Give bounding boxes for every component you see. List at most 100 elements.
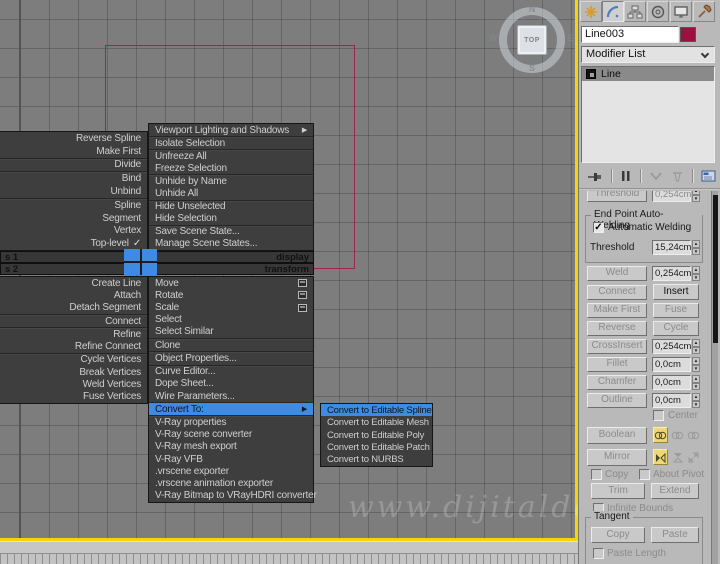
reverse-button[interactable]: Reverse xyxy=(587,321,647,336)
pin-stack-icon[interactable] xyxy=(587,169,603,183)
object-color-swatch[interactable] xyxy=(680,27,696,42)
threshold-value-clipped[interactable]: 0,254cm xyxy=(652,191,691,202)
menu-item-vrscene-exporter[interactable]: .vrscene exporter xyxy=(149,465,313,477)
settings-box-icon[interactable] xyxy=(298,291,307,300)
menu-item-save-scene-state[interactable]: Save Scene State... xyxy=(149,226,313,238)
threshold-spinner[interactable]: ▲ ▼ xyxy=(692,240,700,255)
spinner-up-icon[interactable]: ▲ xyxy=(692,357,700,365)
tab-create[interactable] xyxy=(580,1,602,22)
tab-display[interactable] xyxy=(670,1,692,22)
menu-item-vray-scene-converter[interactable]: V-Ray scene converter xyxy=(149,429,313,441)
spinner-up-icon[interactable]: ▲ xyxy=(692,375,700,383)
tab-hierarchy[interactable] xyxy=(624,1,646,22)
top-viewport[interactable]: TOP N S W E www.dijitalde Reverse Spline… xyxy=(0,0,591,541)
menu-item-unhide-all[interactable]: Unhide All xyxy=(149,187,313,201)
menu-item-unfreeze-all[interactable]: Unfreeze All xyxy=(149,150,313,162)
menu-item-weld-vertices[interactable]: Weld Vertices xyxy=(0,378,147,390)
boolean-intersect-icon[interactable] xyxy=(686,427,701,443)
menu-item-refine-connect[interactable]: Refine Connect xyxy=(0,340,147,354)
cross-insert-field[interactable]: 0,254cm xyxy=(652,339,691,354)
object-name-input[interactable]: Line003 xyxy=(581,26,679,43)
spinner-down-icon[interactable]: ▼ xyxy=(692,346,700,354)
menu-item-rotate[interactable]: Rotate xyxy=(149,289,313,301)
fillet-spinner[interactable]: ▲ ▼ xyxy=(692,357,700,372)
remove-modifier-icon[interactable] xyxy=(671,169,684,183)
paste-length-checkbox[interactable] xyxy=(593,548,604,559)
menu-item-segment[interactable]: Segment xyxy=(0,212,147,225)
fuse-button[interactable]: Fuse xyxy=(653,303,699,318)
menu-item-vray-vfb[interactable]: V-Ray VFB xyxy=(149,453,313,465)
menu-item-make-first[interactable]: Make First xyxy=(0,145,147,159)
cycle-button[interactable]: Cycle xyxy=(653,321,699,336)
spinner-up-icon[interactable]: ▲ xyxy=(692,266,700,274)
make-first-button[interactable]: Make First xyxy=(587,303,647,318)
quad-titlebar-tools1-display[interactable]: s 1 display xyxy=(0,251,314,263)
menu-item-select[interactable]: Select xyxy=(149,314,313,326)
menu-item-cycle-vertices[interactable]: Cycle Vertices xyxy=(0,354,147,366)
mirror-horizontal-icon[interactable] xyxy=(653,449,668,465)
viewcube-top-face[interactable]: TOP xyxy=(517,25,547,55)
menu-item-hide-unselected[interactable]: Hide Unselected xyxy=(149,201,313,213)
spinner-up-icon[interactable]: ▲ xyxy=(692,240,700,248)
menu-item-vray-bitmap-converter[interactable]: V-Ray Bitmap to VRayHDRI converter xyxy=(149,490,317,502)
spinner-down-icon[interactable]: ▼ xyxy=(692,194,700,202)
settings-box-icon[interactable] xyxy=(298,279,307,288)
menu-item-vrscene-animation-exporter[interactable]: .vrscene animation exporter xyxy=(149,478,313,490)
menu-item-curve-editor[interactable]: Curve Editor... xyxy=(149,366,313,378)
automatic-welding-checkbox[interactable]: ✓ xyxy=(593,222,604,233)
outline-field[interactable]: 0,0cm xyxy=(652,393,691,408)
modifier-stack[interactable]: Line xyxy=(581,66,715,163)
threshold-button-clipped[interactable]: Threshold xyxy=(587,191,647,202)
chamfer-button[interactable]: Chamfer xyxy=(587,375,647,390)
tab-modify[interactable] xyxy=(602,1,624,22)
menu-item-convert-editable-mesh[interactable]: Convert to Editable Mesh xyxy=(321,416,432,428)
menu-item-refine[interactable]: Refine xyxy=(0,328,147,340)
boolean-button[interactable]: Boolean xyxy=(587,427,647,444)
menu-item-detach-segment[interactable]: Detach Segment xyxy=(0,302,147,315)
menu-item-convert-editable-spline[interactable]: Convert to Editable Spline xyxy=(321,404,432,417)
tangent-paste-button[interactable]: Paste xyxy=(651,527,699,543)
spinner-down-icon[interactable]: ▼ xyxy=(692,400,700,408)
connect-button[interactable]: Connect xyxy=(587,285,647,300)
menu-item-clone[interactable]: Clone xyxy=(149,339,313,353)
menu-item-dope-sheet[interactable]: Dope Sheet... xyxy=(149,378,313,390)
chamfer-field[interactable]: 0,0cm xyxy=(652,375,691,390)
spinner-up-icon[interactable]: ▲ xyxy=(692,339,700,347)
mirror-both-icon[interactable] xyxy=(686,449,701,465)
configure-modifier-sets-icon[interactable] xyxy=(701,169,717,183)
spinner[interactable]: ▲▼ xyxy=(692,191,700,202)
fillet-field[interactable]: 0,0cm xyxy=(652,357,691,372)
settings-box-icon[interactable] xyxy=(298,303,307,312)
insert-button[interactable]: Insert xyxy=(653,284,699,300)
weld-field[interactable]: 0,254cm xyxy=(652,266,691,281)
menu-item-vertex[interactable]: Vertex xyxy=(0,224,147,237)
menu-item-unhide-by-name[interactable]: Unhide by Name xyxy=(149,175,313,187)
menu-item-convert-to[interactable]: Convert To: ▶ xyxy=(149,403,313,417)
make-unique-icon[interactable] xyxy=(649,169,663,183)
cross-insert-button[interactable]: CrossInsert xyxy=(587,339,647,354)
menu-item-move[interactable]: Move xyxy=(149,277,313,289)
spinner-down-icon[interactable]: ▼ xyxy=(692,273,700,281)
menu-item-convert-nurbs[interactable]: Convert to NURBS xyxy=(321,454,432,466)
menu-item-reverse-spline[interactable]: Reverse Spline xyxy=(0,132,147,145)
fillet-button[interactable]: Fillet xyxy=(587,357,647,372)
trim-button[interactable]: Trim xyxy=(591,483,645,499)
menu-item-vray-properties[interactable]: V-Ray properties xyxy=(149,416,313,428)
menu-item-attach[interactable]: Attach xyxy=(0,289,147,301)
tab-motion[interactable] xyxy=(647,1,669,22)
center-checkbox[interactable] xyxy=(653,410,664,421)
copy-checkbox[interactable] xyxy=(591,469,602,480)
mirror-vertical-icon[interactable] xyxy=(670,449,685,465)
scrollbar-thumb[interactable] xyxy=(713,195,718,343)
spinner-up-icon[interactable]: ▲ xyxy=(692,393,700,401)
outline-button[interactable]: Outline xyxy=(587,393,647,408)
menu-item-vray-mesh-export[interactable]: V-Ray mesh export xyxy=(149,441,313,453)
menu-item-spline[interactable]: Spline xyxy=(0,199,147,212)
menu-item-create-line[interactable]: Create Line xyxy=(0,277,147,289)
boolean-union-icon[interactable] xyxy=(653,427,668,443)
quad-titlebar-tools2-transform[interactable]: s 2 transform xyxy=(0,263,314,275)
menu-item-break-vertices[interactable]: Break Vertices xyxy=(0,366,147,378)
spinner-down-icon[interactable]: ▼ xyxy=(692,382,700,390)
menu-item-unbind[interactable]: Unbind xyxy=(0,185,147,199)
weld-button[interactable]: Weld xyxy=(587,266,647,281)
